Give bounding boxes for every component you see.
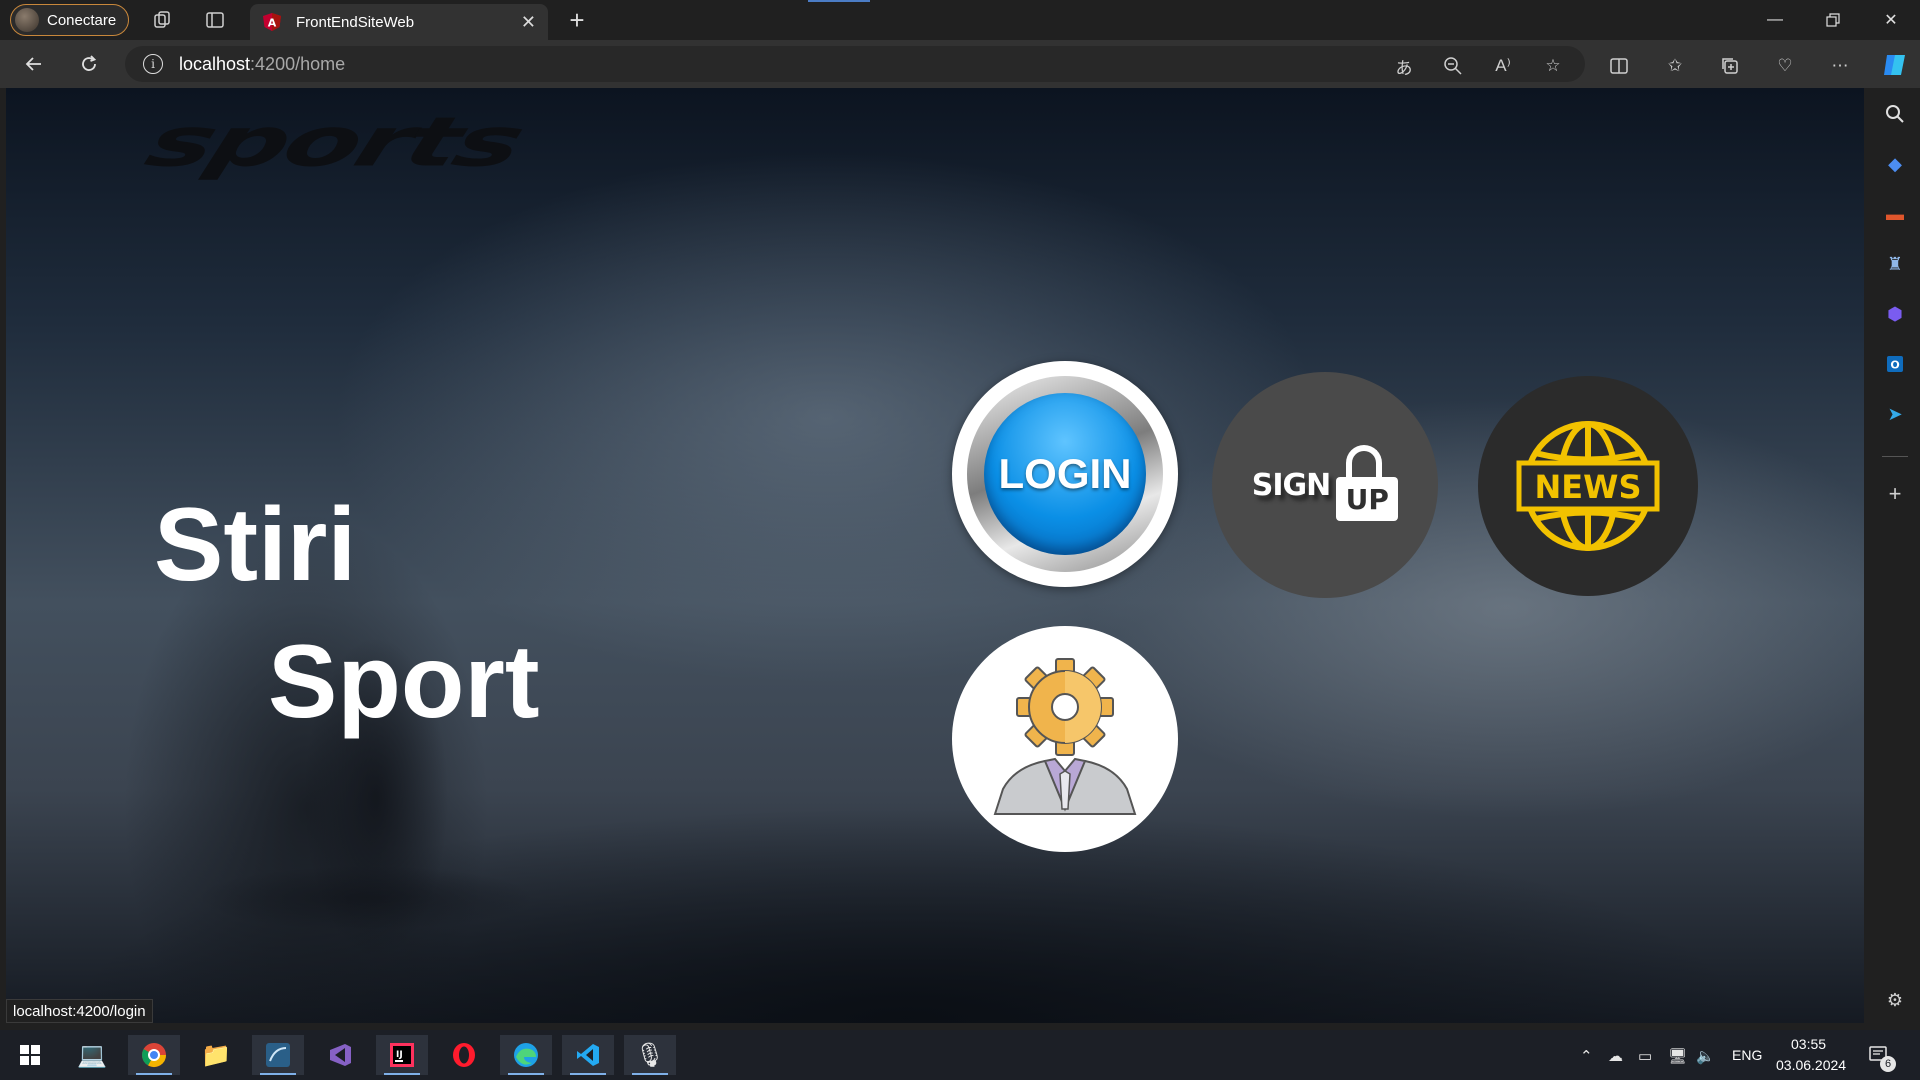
tray-time[interactable]: 03:55 — [1791, 1036, 1826, 1052]
taskbar-mysql-workbench-icon[interactable] — [252, 1035, 304, 1075]
background-athlete-silhouette — [156, 538, 576, 1018]
url-host: localhost — [179, 53, 251, 74]
sidebar-outlook-icon[interactable]: O — [1883, 352, 1907, 376]
svg-text:O: O — [1890, 359, 1899, 372]
admin-button[interactable] — [952, 626, 1178, 852]
sidebar-settings-gear-icon[interactable]: ⚙ — [1883, 988, 1907, 1012]
read-aloud-icon[interactable]: A⁾ — [1491, 54, 1515, 78]
taskbar-edge-icon[interactable] — [500, 1035, 552, 1075]
sidebar-copilot-icon[interactable]: ⬢ — [1883, 302, 1907, 326]
favorites-icon[interactable]: ✩ — [1663, 54, 1687, 78]
tray-date[interactable]: 03.06.2024 — [1776, 1057, 1846, 1073]
sidebar-drop-icon[interactable]: ➤ — [1883, 402, 1907, 426]
sidebar-shopping-tag-icon[interactable]: ◆ — [1883, 152, 1907, 176]
tab-close-icon[interactable]: ✕ — [521, 12, 536, 33]
windows-taskbar: 💻 📁 IJ 🎙 ⌃ ☁ ▭ 🖥 🔈 ENG 03:55 03.06.2024 … — [0, 1030, 1920, 1080]
browser-essentials-icon[interactable]: ♡ — [1773, 54, 1797, 78]
sidebar-separator — [1882, 456, 1908, 457]
browser-titlebar: Conectare A FrontEndSiteWeb ✕ + — ✕ — [0, 0, 1920, 40]
news-label: NEWS — [1535, 468, 1642, 506]
padlock-icon: UP — [1336, 445, 1399, 521]
taskbar-vscode-icon[interactable] — [562, 1035, 614, 1075]
vertical-tabs-icon[interactable] — [201, 6, 229, 34]
notification-icon[interactable]: 6 — [1868, 1044, 1896, 1072]
taskbar-microphone-icon[interactable]: 🎙 — [624, 1035, 676, 1075]
workspaces-icon[interactable] — [148, 6, 176, 34]
taskbar-opera-icon[interactable] — [438, 1035, 490, 1075]
login-button-ring: LOGIN — [967, 376, 1163, 572]
refresh-button[interactable] — [73, 48, 105, 80]
more-options-icon[interactable]: ⋯ — [1828, 54, 1852, 78]
titlebar-accent — [808, 0, 870, 2]
tab-frontendsiteweb[interactable]: A FrontEndSiteWeb ✕ — [250, 4, 548, 40]
login-label: LOGIN — [998, 450, 1132, 497]
taskbar-file-explorer-icon[interactable]: 📁 — [190, 1035, 242, 1075]
svg-text:IJ: IJ — [396, 1050, 403, 1060]
login-button-face: LOGIN — [984, 393, 1146, 555]
collections-icon[interactable] — [1718, 54, 1742, 78]
tray-chevron-up-icon[interactable]: ⌃ — [1580, 1047, 1593, 1065]
status-bar-url: localhost:4200/login — [6, 999, 153, 1023]
minimize-button[interactable]: — — [1746, 0, 1804, 40]
page-content: sports Stiri Sport LOGIN SIGN UP NEWS — [6, 88, 1864, 1023]
signup-label: SIGN — [1251, 467, 1331, 503]
sports-logo: sports — [137, 102, 531, 182]
tray-volume-icon[interactable]: 🔈 — [1696, 1047, 1715, 1065]
profile-button[interactable]: Conectare — [10, 4, 130, 36]
login-button[interactable]: LOGIN — [952, 361, 1178, 587]
taskbar-chrome-icon[interactable] — [128, 1035, 180, 1075]
news-button[interactable]: NEWS — [1478, 376, 1698, 596]
notification-count-badge: 6 — [1880, 1056, 1896, 1072]
zoom-out-icon[interactable] — [1441, 54, 1465, 78]
headline-sport: Sport — [268, 624, 540, 740]
new-tab-button[interactable]: + — [562, 5, 592, 36]
tray-network-icon[interactable]: 🖥 — [1668, 1047, 1687, 1065]
signup-graphic: SIGN UP — [1251, 445, 1399, 521]
translate-icon[interactable]: あ — [1392, 54, 1416, 78]
headline-stiri: Stiri — [154, 487, 357, 603]
profile-label: Conectare — [47, 11, 117, 29]
split-screen-icon[interactable] — [1607, 54, 1631, 78]
windows-start-icon[interactable] — [4, 1035, 56, 1075]
signup-lock-label: UP — [1345, 482, 1389, 516]
back-button[interactable] — [18, 48, 50, 80]
svg-text:A: A — [268, 17, 277, 30]
url-path: :4200/home — [250, 53, 346, 74]
gear-head-admin-icon — [993, 658, 1137, 815]
sidebar-tools-icon[interactable]: ▬ — [1883, 202, 1907, 226]
address-bar[interactable]: i localhost:4200/home — [125, 46, 1585, 82]
copilot-icon[interactable] — [1880, 50, 1910, 80]
globe-news-icon: NEWS — [1516, 421, 1660, 551]
taskbar-laptop-icon[interactable]: 💻 — [66, 1035, 118, 1075]
restore-button[interactable] — [1804, 0, 1862, 40]
profile-avatar — [15, 8, 39, 32]
taskbar-visual-studio-icon[interactable] — [314, 1035, 366, 1075]
sidebar-games-icon[interactable]: ♜ — [1883, 252, 1907, 276]
favorite-star-icon[interactable]: ☆ — [1541, 54, 1565, 78]
tab-title: FrontEndSiteWeb — [296, 13, 415, 31]
signup-button[interactable]: SIGN UP — [1212, 372, 1438, 598]
close-window-button[interactable]: ✕ — [1862, 0, 1920, 40]
edge-sidebar: ◆ ▬ ♜ ⬢ O ➤ + ⚙ — [1870, 88, 1920, 1023]
tray-language[interactable]: ENG — [1732, 1047, 1762, 1063]
site-info-icon[interactable]: i — [143, 54, 163, 74]
browser-navbar: i localhost:4200/home あ A⁾ ☆ ✩ ♡ ⋯ — [0, 40, 1920, 88]
tray-battery-icon[interactable]: ▭ — [1638, 1047, 1652, 1065]
angular-favicon-icon: A — [263, 13, 281, 31]
sidebar-add-icon[interactable]: + — [1883, 481, 1907, 506]
sidebar-search-icon[interactable] — [1883, 102, 1907, 126]
tray-onedrive-icon[interactable]: ☁ — [1608, 1047, 1623, 1065]
taskbar-intellij-icon[interactable]: IJ — [376, 1035, 428, 1075]
